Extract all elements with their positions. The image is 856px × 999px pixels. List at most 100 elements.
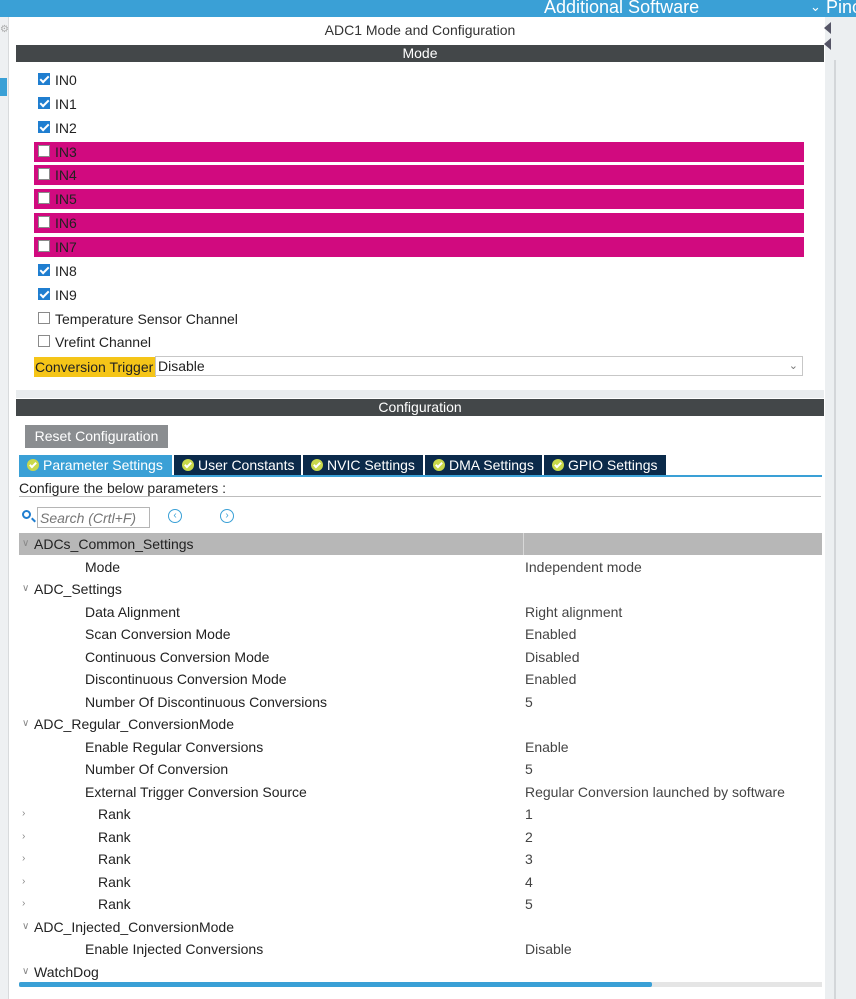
channel-checkbox-row[interactable]: IN8	[34, 261, 804, 281]
tree-param-name: Rank	[98, 896, 131, 912]
checkbox-unchecked[interactable]	[38, 216, 50, 229]
tree-param-row[interactable]: › Rank 2	[19, 826, 822, 848]
tree-param-row[interactable]: Number Of Conversion 5	[19, 758, 822, 780]
tree-param-row[interactable]: › Rank 3	[19, 848, 822, 870]
tree-param-name: Data Alignment	[85, 603, 180, 620]
tree-group-row[interactable]: ∨ ADC_Injected_ConversionMode	[19, 916, 822, 938]
tree-param-value[interactable]: Right alignment	[525, 601, 622, 623]
checkbox-unchecked[interactable]	[38, 335, 50, 348]
tab-nvic-settings[interactable]: NVIC Settings	[303, 455, 423, 475]
channel-checkbox-row[interactable]: IN2	[34, 118, 804, 138]
tree-param-value[interactable]: 5	[525, 893, 533, 915]
tree-param-value[interactable]: Independent mode	[525, 556, 642, 578]
checkbox-unchecked[interactable]	[38, 144, 50, 157]
tree-group-row[interactable]: ∨ ADCs_Common_Settings	[19, 533, 822, 555]
chevron-right-icon[interactable]: ›	[22, 871, 25, 893]
reset-configuration-button[interactable]: Reset Configuration	[25, 425, 168, 448]
tree-param-row[interactable]: Enable Injected Conversions Disable	[19, 938, 822, 960]
tree-param-value[interactable]: 4	[525, 871, 533, 893]
tree-param-name: Enable Regular Conversions	[85, 738, 264, 755]
conversion-trigger-select[interactable]: Disable ⌄	[155, 356, 803, 376]
channel-label: IN8	[55, 262, 77, 279]
channel-checkbox-row[interactable]: IN3	[34, 141, 804, 162]
channel-checkbox-row[interactable]: IN0	[34, 70, 804, 90]
checkbox-unchecked[interactable]	[38, 311, 50, 324]
tree-param-value[interactable]: 1	[525, 803, 533, 825]
tree-param-value[interactable]: 2	[525, 826, 533, 848]
channel-checkbox-row[interactable]: IN1	[34, 94, 804, 114]
tab-parameter-settings[interactable]: Parameter Settings	[19, 455, 172, 475]
tree-param-value[interactable]: Regular Conversion launched by software	[525, 781, 785, 803]
tree-param-value[interactable]: 5	[525, 691, 533, 713]
channel-checkbox-row[interactable]: IN7	[34, 236, 804, 257]
tree-param-value[interactable]: Enabled	[525, 668, 576, 690]
panel-splitter[interactable]	[834, 60, 836, 999]
tree-param-row[interactable]: › Rank 4	[19, 871, 822, 893]
section-separator	[16, 390, 824, 398]
tree-param-row[interactable]: Number Of Discontinuous Conversions 5	[19, 691, 822, 713]
checkbox-unchecked[interactable]	[38, 239, 50, 252]
tree-param-row[interactable]: Mode Independent mode	[19, 556, 822, 578]
chevron-down-icon[interactable]: ∨	[22, 578, 29, 600]
channel-checkbox-row[interactable]: IN5	[34, 189, 804, 210]
tab-gpio-settings[interactable]: GPIO Settings	[544, 455, 666, 475]
channel-checkbox-row[interactable]: IN6	[34, 213, 804, 234]
tree-param-value[interactable]: Enabled	[525, 623, 576, 645]
tree-param-row[interactable]: Continuous Conversion Mode Disabled	[19, 646, 822, 668]
chevron-down-icon[interactable]: ⌄	[810, 0, 821, 15]
collapse-left-arrow-icon[interactable]	[824, 22, 831, 34]
channel-checkbox-row[interactable]: Temperature Sensor Channel	[34, 309, 804, 329]
chevron-left-circle-icon[interactable]: ‹	[168, 509, 182, 523]
chevron-right-icon[interactable]: ›	[22, 893, 25, 915]
tree-param-value[interactable]: Disable	[525, 938, 572, 960]
chevron-right-circle-icon[interactable]: ›	[220, 509, 234, 523]
channel-label: Temperature Sensor Channel	[55, 310, 238, 327]
channel-label: IN6	[55, 215, 77, 232]
channel-checkbox-row[interactable]: Vrefint Channel	[34, 332, 804, 352]
tree-param-row[interactable]: › Rank 1	[19, 803, 822, 825]
tree-param-value[interactable]: Enable	[525, 736, 569, 758]
chevron-down-icon[interactable]: ∨	[22, 961, 29, 983]
check-circle-icon	[552, 459, 564, 471]
configuration-header: Configuration	[16, 399, 824, 416]
tree-param-name: Discontinuous Conversion Mode	[85, 671, 287, 687]
checkbox-checked[interactable]	[38, 287, 50, 300]
channel-checkbox-row[interactable]: IN4	[34, 165, 804, 186]
channel-label: IN1	[55, 95, 77, 112]
tree-param-row[interactable]: Scan Conversion Mode Enabled	[19, 623, 822, 645]
checkbox-unchecked[interactable]	[38, 192, 50, 205]
collapse-left-arrow-icon[interactable]	[824, 38, 831, 50]
gear-icon[interactable]: ⚙	[0, 24, 9, 35]
tree-group-row[interactable]: ∨ ADC_Settings	[19, 578, 822, 600]
search-icon[interactable]	[22, 510, 31, 519]
chevron-right-icon[interactable]: ›	[22, 848, 25, 870]
tree-param-row[interactable]: External Trigger Conversion Source Regula…	[19, 781, 822, 803]
tree-param-row[interactable]: Discontinuous Conversion Mode Enabled	[19, 668, 822, 690]
horizontal-scrollbar-thumb[interactable]	[19, 982, 652, 987]
tree-param-value[interactable]: 3	[525, 848, 533, 870]
additional-software-tab[interactable]: Additional Software	[544, 0, 699, 18]
tree-param-row[interactable]: Enable Regular Conversions Enable	[19, 736, 822, 758]
channel-checkbox-row[interactable]: IN9	[34, 285, 804, 305]
chevron-down-icon[interactable]: ∨	[22, 713, 29, 735]
tree-group-row[interactable]: ∨ WatchDog	[19, 961, 822, 983]
tab-user-constants[interactable]: User Constants	[174, 455, 301, 475]
chevron-right-icon[interactable]: ›	[22, 826, 25, 848]
checkbox-checked[interactable]	[38, 263, 50, 276]
tab-dma-settings[interactable]: DMA Settings	[425, 455, 542, 475]
tree-param-row[interactable]: › Rank 5	[19, 893, 822, 915]
checkbox-checked[interactable]	[38, 96, 50, 109]
channel-label: IN7	[55, 238, 77, 255]
tree-group-row[interactable]: ∨ ADC_Regular_ConversionMode	[19, 713, 822, 735]
chevron-down-icon[interactable]: ∨	[22, 916, 29, 938]
pinout-tab[interactable]: Pino	[826, 0, 856, 18]
search-input[interactable]	[37, 507, 150, 528]
chevron-right-icon[interactable]: ›	[22, 803, 25, 825]
tree-param-row[interactable]: Data Alignment Right alignment	[19, 601, 822, 623]
chevron-down-icon[interactable]: ∨	[22, 533, 29, 555]
checkbox-checked[interactable]	[38, 73, 50, 85]
checkbox-checked[interactable]	[38, 120, 50, 133]
tree-param-value[interactable]: Disabled	[525, 646, 579, 668]
checkbox-unchecked[interactable]	[38, 168, 50, 181]
tree-param-value[interactable]: 5	[525, 758, 533, 780]
